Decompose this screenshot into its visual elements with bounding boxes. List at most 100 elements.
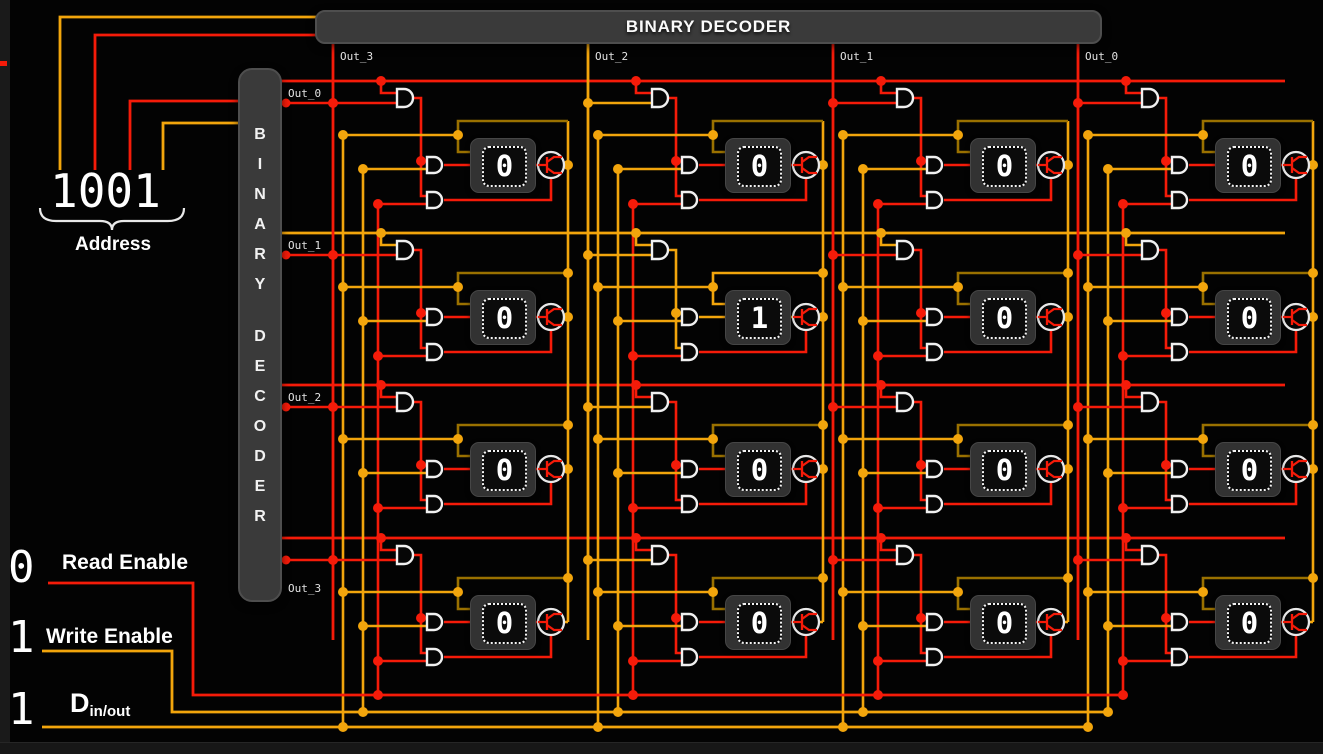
wire-junction [358, 468, 368, 478]
address-label: Address [40, 234, 186, 256]
binary-decoder-top[interactable]: BINARY DECODER [315, 10, 1102, 44]
wire [1159, 555, 1172, 653]
wire-junction [1121, 380, 1131, 390]
wire-junction [1161, 308, 1171, 318]
wire-junction [563, 268, 573, 278]
memory-cell-display: 1 [725, 290, 791, 345]
write-enable-label: Write Enable [46, 625, 173, 649]
wire-junction [1118, 503, 1128, 513]
and-gate-icon [652, 546, 668, 564]
memory-cell-value: 0 [496, 609, 513, 638]
read-enable-wire [48, 583, 1123, 695]
and-gate-icon [682, 309, 697, 325]
wire [414, 98, 427, 196]
wire-junction [953, 282, 963, 292]
and-gate-icon [652, 89, 668, 107]
and-gate-icon [1142, 393, 1158, 411]
wire-junction [858, 316, 868, 326]
wire [669, 555, 682, 653]
wire [414, 250, 427, 348]
and-gate-icon [397, 89, 413, 107]
wire-junction [358, 707, 368, 717]
wire-junction [631, 380, 641, 390]
and-gate-icon [427, 649, 442, 665]
wire-junction [416, 308, 426, 318]
decoder-letter: R [254, 240, 266, 270]
wire-junction [1198, 434, 1208, 444]
wire-junction [1063, 420, 1073, 430]
wire-junction [1083, 434, 1093, 444]
row-label: Out_0 [288, 87, 321, 100]
and-gate-icon [1142, 241, 1158, 259]
memory-cell-display: 0 [470, 595, 536, 650]
column-label: Out_0 [1085, 50, 1118, 63]
data-inout-input[interactable]: 1 [8, 688, 35, 732]
and-gate-icon [1172, 496, 1187, 512]
wire-junction [1198, 587, 1208, 597]
wire-junction [358, 316, 368, 326]
write-enable-input[interactable]: 1 [8, 616, 35, 660]
wire [1159, 402, 1172, 500]
wire-junction [1063, 573, 1073, 583]
wire-junction [838, 434, 848, 444]
and-gate-icon [927, 461, 942, 477]
wire-junction [593, 130, 603, 140]
wire-junction [373, 503, 383, 513]
wire-junction [708, 130, 718, 140]
wire-junction [1083, 587, 1093, 597]
wire-junction [1103, 164, 1113, 174]
column-label: Out_3 [340, 50, 373, 63]
wire-junction [1103, 707, 1113, 717]
address-input[interactable]: 1001 [50, 168, 161, 214]
wire-junction [628, 351, 638, 361]
address-bit-wire [130, 101, 241, 170]
memory-cell-value: 0 [496, 152, 513, 181]
memory-cell-value: 0 [1241, 152, 1258, 181]
wire-junction [373, 690, 383, 700]
and-gate-icon [1172, 192, 1187, 208]
wire-junction [858, 707, 868, 717]
and-gate-icon [682, 461, 697, 477]
binary-decoder-left-title: BINARYDECODER [240, 70, 280, 532]
wire-junction [828, 402, 838, 412]
memory-cell-value-box: 0 [482, 298, 527, 339]
wire-junction [1103, 621, 1113, 631]
and-gate-icon [1172, 614, 1187, 630]
wire-junction [1121, 533, 1131, 543]
wire-junction [613, 621, 623, 631]
wire-junction [1083, 130, 1093, 140]
memory-cell-display: 0 [725, 595, 791, 650]
and-gate-icon [927, 649, 942, 665]
decoder-letter: N [254, 180, 266, 210]
wire-junction [453, 282, 463, 292]
read-enable-input[interactable]: 0 [8, 546, 35, 590]
wire-junction [628, 690, 638, 700]
wire-junction [613, 707, 623, 717]
memory-cell-display: 0 [1215, 442, 1281, 497]
wire [414, 555, 427, 653]
decoder-letter: I [258, 150, 262, 180]
and-gate-icon [682, 496, 697, 512]
wire-junction [953, 587, 963, 597]
memory-cell-value: 0 [1241, 456, 1258, 485]
wire-junction [916, 613, 926, 623]
column-label: Out_2 [595, 50, 628, 63]
wire-junction [916, 156, 926, 166]
decoder-letter: A [254, 210, 266, 240]
wire-junction [1308, 573, 1318, 583]
wire-junction [376, 228, 386, 238]
wire [1159, 250, 1172, 348]
binary-decoder-left[interactable]: BINARYDECODER [238, 68, 282, 602]
row-label: Out_3 [288, 582, 321, 595]
wire-junction [373, 199, 383, 209]
and-gate-icon [682, 649, 697, 665]
decoder-letter: E [255, 472, 266, 502]
and-gate-icon [927, 614, 942, 630]
memory-cell-value-box: 0 [737, 603, 782, 644]
wire-junction [873, 199, 883, 209]
wire-junction [708, 282, 718, 292]
wire [669, 402, 682, 500]
wire-junction [563, 420, 573, 430]
memory-cell-value-box: 0 [982, 298, 1027, 339]
wire-junction [828, 250, 838, 260]
